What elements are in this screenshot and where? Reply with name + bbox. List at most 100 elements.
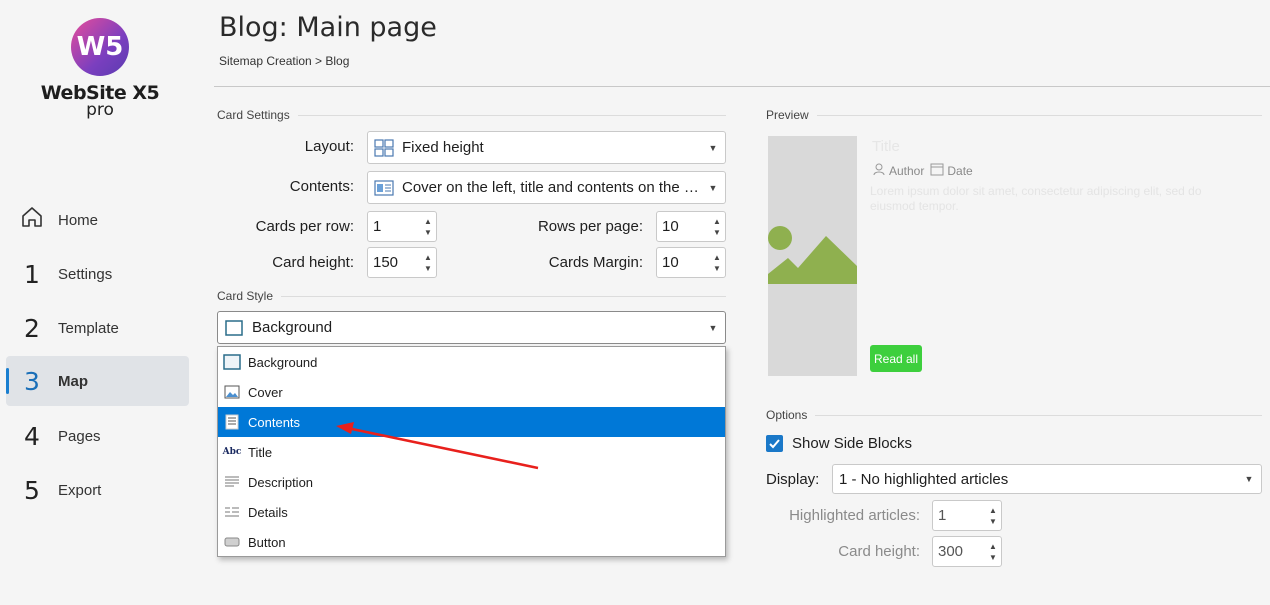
options-card-height-label: Card height:: [838, 543, 920, 560]
background-icon: [224, 319, 244, 337]
nav-item-export[interactable]: 5 Export: [6, 465, 189, 515]
nav-item-map[interactable]: 3 Map: [6, 356, 189, 406]
background-icon: [222, 354, 242, 370]
nav-label: Settings: [58, 265, 113, 283]
chevron-down-icon: ▼: [708, 142, 718, 153]
preview-date: Date: [947, 163, 973, 178]
app-logo: W5 WebSite X5 pro: [40, 18, 160, 128]
option-label: Button: [248, 534, 286, 550]
nav-number: 4: [24, 421, 40, 451]
card-style-value: Background: [252, 319, 333, 336]
layout-label: Layout:: [304, 138, 354, 155]
option-label: Description: [248, 474, 314, 490]
nav-item-home[interactable]: Home: [6, 195, 189, 245]
preview-section: Preview: [766, 108, 1262, 122]
chevron-down-icon: ▼: [708, 182, 718, 193]
contents-select[interactable]: Cover on the left, title and contents on…: [367, 171, 726, 204]
option-description[interactable]: Description: [218, 467, 725, 497]
user-icon: [872, 162, 886, 179]
breadcrumb: Sitemap Creation > Blog: [219, 54, 350, 68]
cards-per-row-value: 1: [373, 218, 382, 235]
highlighted-articles-value: 1: [938, 507, 947, 524]
option-contents[interactable]: Contents: [218, 407, 725, 437]
nav-number: 3: [24, 366, 40, 396]
chevron-down-icon: ▼: [708, 322, 718, 333]
nav-number: 5: [24, 475, 40, 505]
card-style-dropdown: Background Cover Contents Abc Title Desc…: [217, 346, 726, 557]
nav-number: 1: [24, 259, 40, 289]
cards-margin-value: 10: [662, 254, 679, 271]
home-icon: [6, 205, 58, 235]
display-select[interactable]: 1 - No highlighted articles ▼: [832, 464, 1262, 494]
layout-value: Fixed height: [402, 139, 484, 156]
layout-select[interactable]: Fixed height ▼: [367, 131, 726, 164]
preview-title: Title: [872, 138, 900, 155]
chevron-down-icon: ▼: [1244, 474, 1254, 484]
option-label: Cover: [248, 384, 283, 400]
stepper-arrows-icon[interactable]: ▲ ▼: [709, 216, 725, 238]
preview-cover-image: [768, 136, 857, 376]
cards-per-row-label: Cards per row:: [255, 218, 354, 235]
section-title: Preview: [766, 108, 809, 122]
card-content-icon: [374, 179, 394, 197]
details-icon: [222, 504, 242, 520]
stepper-arrows-icon[interactable]: ▲ ▼: [709, 252, 725, 274]
paragraph-icon: [222, 474, 242, 490]
stepper-arrows-icon[interactable]: ▲ ▼: [985, 505, 1001, 527]
rows-per-page-value: 10: [662, 218, 679, 235]
contents-label: Contents:: [289, 178, 354, 195]
logo-badge: W5: [71, 18, 129, 76]
display-value: 1 - No highlighted articles: [839, 470, 1009, 488]
sidebar: W5 WebSite X5 pro Home 1 Settings 2 Temp…: [0, 0, 196, 605]
image-icon: [222, 384, 242, 400]
nav-label: Pages: [58, 427, 101, 445]
highlighted-articles-stepper[interactable]: 1 ▲ ▼: [932, 500, 1002, 531]
preview-meta: Author Date: [872, 162, 973, 179]
nav-item-pages[interactable]: 4 Pages: [6, 411, 189, 461]
options-card-height-stepper[interactable]: 300 ▲ ▼: [932, 536, 1002, 567]
option-title[interactable]: Abc Title: [218, 437, 725, 467]
display-label: Display:: [766, 471, 820, 488]
show-side-blocks-checkbox[interactable]: [766, 435, 783, 452]
cards-per-row-stepper[interactable]: 1 ▲ ▼: [367, 211, 437, 242]
nav-item-template[interactable]: 2 Template: [6, 303, 189, 353]
stepper-arrows-icon[interactable]: ▲ ▼: [420, 252, 436, 274]
document-icon: [222, 414, 242, 430]
option-label: Title: [248, 444, 273, 460]
nav-label: Export: [58, 481, 102, 499]
option-label: Background: [248, 354, 318, 370]
card-height-stepper[interactable]: 150 ▲ ▼: [367, 247, 437, 278]
contents-value: Cover on the left, title and contents on…: [402, 179, 701, 196]
preview-author: Author: [889, 163, 925, 178]
text-abc-icon: Abc: [222, 447, 242, 457]
card-height-value: 150: [373, 254, 399, 271]
option-background[interactable]: Background: [218, 347, 725, 377]
card-settings-section: Card Settings: [217, 108, 726, 122]
stepper-arrows-icon[interactable]: ▲ ▼: [985, 541, 1001, 563]
nav-item-settings[interactable]: 1 Settings: [6, 249, 189, 299]
card-height-label: Card height:: [272, 254, 354, 271]
nav-number: 2: [24, 313, 40, 343]
cards-margin-label: Cards Margin:: [548, 254, 643, 271]
section-title: Options: [766, 408, 808, 422]
section-title: Card Settings: [217, 108, 290, 122]
read-all-button[interactable]: Read all: [870, 345, 922, 372]
grid-layout-icon: [374, 138, 394, 157]
options-section: Options: [766, 408, 1262, 422]
options-card-height-value: 300: [938, 543, 964, 560]
nav-label: Template: [58, 319, 119, 337]
option-details[interactable]: Details: [218, 497, 725, 527]
option-button[interactable]: Button: [218, 527, 725, 557]
card-style-select[interactable]: Background ▼: [217, 311, 726, 344]
highlighted-articles-label: Highlighted articles:: [789, 507, 920, 524]
rows-per-page-stepper[interactable]: 10 ▲ ▼: [656, 211, 726, 242]
option-label: Contents: [248, 414, 301, 430]
show-side-blocks-label: Show Side Blocks: [792, 435, 913, 452]
cards-margin-stepper[interactable]: 10 ▲ ▼: [656, 247, 726, 278]
nav-label: Home: [58, 211, 99, 229]
option-cover[interactable]: Cover: [218, 377, 725, 407]
stepper-arrows-icon[interactable]: ▲ ▼: [420, 216, 436, 238]
card-style-section: Card Style: [217, 289, 726, 303]
page-title: Blog: Main page: [219, 12, 437, 43]
header-divider: [214, 86, 1270, 87]
